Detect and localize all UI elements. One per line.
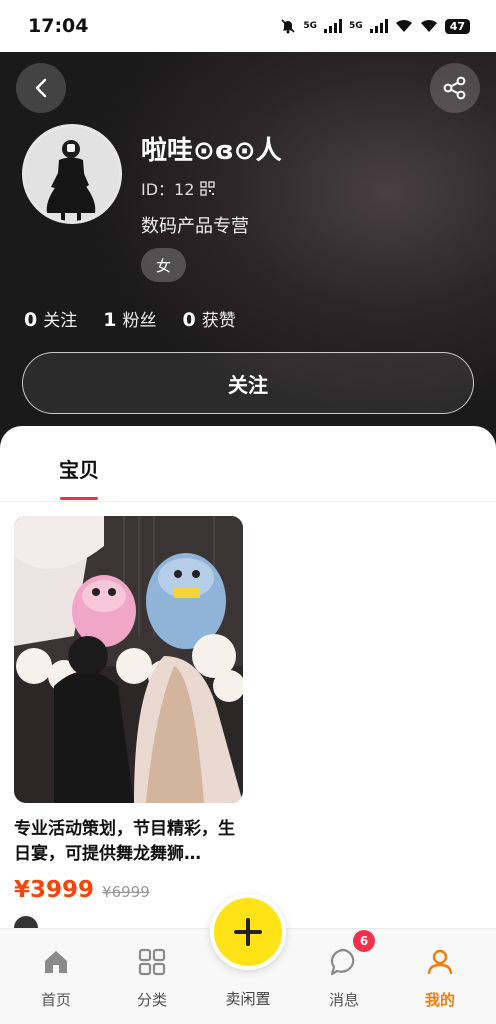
- nav-profile[interactable]: 我的: [405, 943, 475, 1010]
- signal-icon: [324, 19, 343, 33]
- back-button[interactable]: [16, 63, 66, 113]
- nav-label: 我的: [424, 991, 455, 1009]
- avatar-photo: [25, 127, 119, 221]
- stat-count: 0: [182, 309, 196, 331]
- status-bar: 17:04 5G 5G 47: [0, 0, 496, 52]
- user-id-text: ID：12: [141, 180, 195, 199]
- nav-messages[interactable]: 消息: [309, 943, 379, 1010]
- network-label-2: 5G: [349, 21, 363, 31]
- price-row: ¥3999 ¥6999: [14, 877, 243, 903]
- share-button[interactable]: [430, 63, 480, 113]
- listing-price: ¥3999: [14, 877, 95, 903]
- qr-code-icon[interactable]: [200, 180, 216, 196]
- wifi-icon: [420, 19, 437, 32]
- tab-bar: 宝贝: [0, 426, 496, 502]
- stat-following[interactable]: 0 关注: [24, 306, 77, 331]
- nav-label: 首页: [40, 991, 71, 1009]
- avatar[interactable]: [22, 124, 122, 224]
- nav-label: 消息: [328, 991, 359, 1009]
- signal-icon: [369, 19, 388, 33]
- tab-items[interactable]: 宝贝: [59, 454, 99, 483]
- status-time: 17:04: [28, 15, 89, 37]
- back-icon: [35, 78, 47, 98]
- network-label-1: 5G: [303, 21, 318, 31]
- profile-header: 啦哇⊙ɞ⊙人 ID：12 数码产品专营 女 0 关注 1 粉丝 0 获赞 关注: [0, 52, 496, 452]
- wifi-icon: [395, 19, 412, 32]
- username: 啦哇⊙ɞ⊙人: [141, 136, 282, 166]
- status-icons: 5G 5G 47: [280, 18, 470, 34]
- stat-followers[interactable]: 1 粉丝: [103, 306, 156, 331]
- bio: 数码产品专营: [141, 216, 249, 237]
- battery-icon: 47: [444, 18, 470, 34]
- follow-button[interactable]: 关注: [22, 352, 474, 414]
- home-icon: [45, 951, 67, 973]
- nav-label: 分类: [136, 991, 167, 1009]
- person-icon: [427, 949, 453, 975]
- listing-title: 专业活动策划，节目精彩，生日宴，可提供舞龙舞狮…: [14, 819, 235, 864]
- chat-icon: [330, 948, 355, 976]
- listing-original-price: ¥6999: [102, 883, 150, 901]
- nav-home[interactable]: 首页: [21, 943, 91, 1010]
- gender-tag: 女: [141, 248, 186, 282]
- publish-button[interactable]: [210, 894, 286, 970]
- stat-count: 0: [24, 309, 38, 331]
- nav-category[interactable]: 分类: [117, 943, 187, 1010]
- publish-label: 卖闲置: [225, 990, 271, 1008]
- stat-label: 获赞: [201, 311, 236, 331]
- tab-active-indicator: [60, 497, 98, 500]
- plus-icon: [234, 918, 262, 946]
- stat-label: 关注: [43, 311, 78, 331]
- message-badge: 6: [353, 930, 375, 952]
- stat-count: 1: [103, 309, 117, 331]
- user-id: ID：12: [141, 176, 216, 200]
- share-icon: [443, 76, 466, 100]
- listing-card[interactable]: 专业活动策划，节目精彩，生日宴，可提供舞龙舞狮… ¥3999 ¥6999: [14, 516, 243, 903]
- stat-likes[interactable]: 0 获赞: [182, 306, 235, 331]
- listing-image: [14, 516, 243, 803]
- stats-row: 0 关注 1 粉丝 0 获赞: [24, 306, 236, 331]
- grid-icon: [138, 948, 166, 976]
- stat-label: 粉丝: [122, 311, 157, 331]
- content-panel: 宝贝 专业活动策划，节目精彩，生日宴，可提供舞龙舞狮… ¥3999 ¥6999: [0, 426, 496, 936]
- mute-icon: [281, 19, 295, 34]
